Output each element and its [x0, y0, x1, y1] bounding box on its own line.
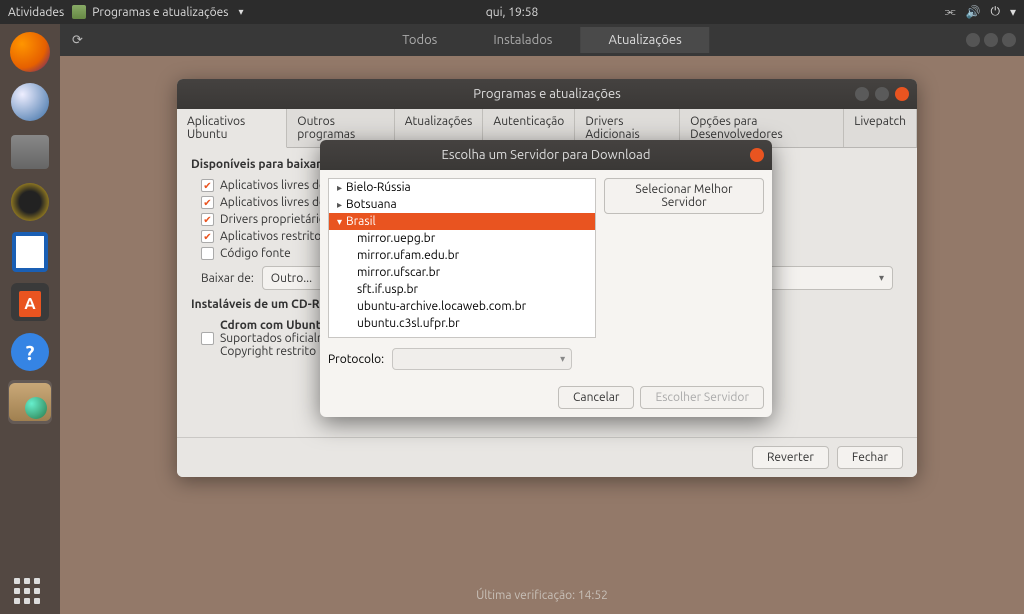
choose-server-button[interactable]: Escolher Servidor — [640, 386, 764, 409]
protocol-label: Protocolo: — [328, 353, 384, 366]
power-icon[interactable]: ⏻ — [990, 5, 1000, 19]
repo-checkbox[interactable] — [201, 230, 214, 243]
repo-checkbox[interactable] — [201, 213, 214, 226]
country-item[interactable]: Botsuana — [329, 196, 595, 213]
cdrom-title: Cdrom com Ubuntu — [220, 319, 328, 332]
settings-tab[interactable]: Livepatch — [844, 109, 917, 147]
repo-label: Aplicativos livres de — [220, 196, 326, 209]
reload-icon[interactable]: ⟳ — [60, 33, 95, 48]
download-from-label: Baixar de: — [201, 272, 254, 285]
repo-label: Aplicativos restrito — [220, 230, 321, 243]
dialog-close-icon[interactable] — [750, 148, 764, 162]
repo-checkbox[interactable] — [201, 247, 214, 260]
activities-button[interactable]: Atividades — [8, 6, 64, 19]
dock-help[interactable]: ? — [8, 330, 52, 374]
bg-minimize-icon[interactable] — [966, 33, 980, 47]
mirror-item[interactable]: sft.if.usp.br — [329, 281, 595, 298]
last-check-status: Última verificação: 14:52 — [60, 589, 1024, 602]
mirror-item[interactable]: ubuntu.c3sl.ufpr.br — [329, 315, 595, 332]
window-titlebar: Programas e atualizações — [177, 79, 917, 109]
system-menu-caret[interactable]: ▾ — [1010, 5, 1016, 19]
dock-files[interactable] — [8, 130, 52, 174]
repo-checkbox[interactable] — [201, 179, 214, 192]
dock-software[interactable] — [8, 280, 52, 324]
country-item[interactable]: Brasil — [329, 213, 595, 230]
bg-close-icon[interactable] — [1002, 33, 1016, 47]
protocol-combo[interactable]: ▾ — [392, 348, 572, 370]
bg-maximize-icon[interactable] — [984, 33, 998, 47]
cdrom-sub1: Suportados oficialm — [220, 332, 328, 345]
app-menu[interactable]: Programas e atualizações — [72, 5, 243, 19]
close-icon[interactable] — [895, 87, 909, 101]
dock-rhythmbox[interactable] — [8, 180, 52, 224]
download-from-value: Outro... — [271, 272, 312, 285]
revert-button[interactable]: Reverter — [752, 446, 829, 469]
cdrom-sub2: Copyright restrito — [220, 345, 328, 358]
network-icon[interactable]: ⫘ — [945, 5, 956, 19]
dock-thunderbird[interactable] — [8, 80, 52, 124]
mirror-item[interactable]: mirror.ufam.edu.br — [329, 247, 595, 264]
server-tree[interactable]: Bielo-RússiaBotsuanaBrasilmirror.uepg.br… — [328, 178, 596, 338]
software-view-tab[interactable]: Atualizações — [580, 27, 709, 53]
country-item[interactable]: Bielo-Rússia — [329, 179, 595, 196]
dock: ? — [0, 24, 60, 614]
app-menu-label: Programas e atualizações — [92, 6, 228, 19]
dock-software-sources[interactable] — [8, 380, 52, 424]
mirror-item[interactable]: mirror.ufscar.br — [329, 264, 595, 281]
close-button[interactable]: Fechar — [837, 446, 903, 469]
repo-label: Aplicativos livres de — [220, 179, 326, 192]
dock-writer[interactable] — [8, 230, 52, 274]
software-toolbar: ⟳ TodosInstaladosAtualizações — [60, 24, 1024, 56]
mirror-item[interactable]: ubuntu-archive.locaweb.com.br — [329, 298, 595, 315]
repo-label: Drivers proprietário — [220, 213, 326, 226]
app-menu-icon — [72, 5, 86, 19]
dock-firefox[interactable] — [8, 30, 52, 74]
settings-tab[interactable]: Aplicativos Ubuntu — [177, 109, 287, 148]
chevron-down-icon: ▾ — [560, 353, 565, 365]
volume-icon[interactable]: 🔊 — [966, 5, 981, 19]
maximize-icon[interactable] — [875, 87, 889, 101]
choose-server-dialog: Escolha um Servidor para Download Bielo-… — [320, 140, 772, 417]
cancel-button[interactable]: Cancelar — [558, 386, 634, 409]
minimize-icon[interactable] — [855, 87, 869, 101]
select-best-server-button[interactable]: Selecionar Melhor Servidor — [604, 178, 764, 214]
mirror-item[interactable]: mirror.uepg.br — [329, 230, 595, 247]
top-panel: Atividades Programas e atualizações qui,… — [0, 0, 1024, 24]
chevron-down-icon: ▾ — [879, 272, 884, 284]
software-view-tab[interactable]: Todos — [374, 27, 465, 53]
window-title: Programas e atualizações — [473, 87, 621, 101]
repo-checkbox[interactable] — [201, 196, 214, 209]
dialog-titlebar: Escolha um Servidor para Download — [320, 140, 772, 170]
cdrom-checkbox[interactable] — [201, 332, 214, 345]
repo-label: Código fonte — [220, 247, 291, 260]
clock[interactable]: qui, 19:58 — [486, 6, 539, 19]
dialog-title: Escolha um Servidor para Download — [442, 148, 651, 162]
show-applications-icon[interactable] — [14, 578, 40, 604]
software-view-tab[interactable]: Instalados — [465, 27, 580, 53]
